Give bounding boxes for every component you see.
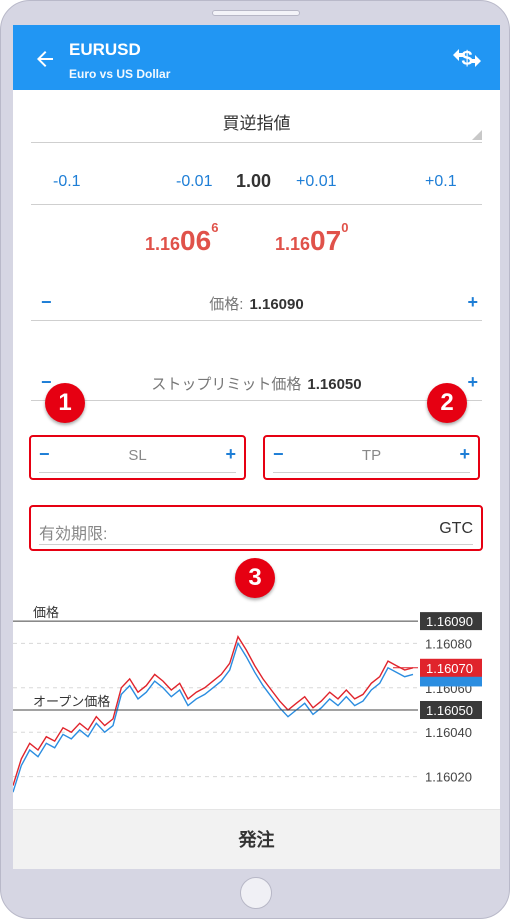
expiration-field[interactable]: 有効期限: GTC xyxy=(29,505,483,551)
open-price-level-label: オープン価格 xyxy=(33,694,110,709)
bid-tag: 1.16070 xyxy=(426,661,473,676)
symbol-title: EURUSD xyxy=(69,40,141,59)
volume-value[interactable]: 1.00 xyxy=(236,171,271,192)
back-arrow-icon[interactable] xyxy=(33,47,57,71)
annotation-badge-1: 1 xyxy=(45,383,85,423)
volume-plus-0.01-button[interactable]: +0.01 xyxy=(296,173,336,191)
open-price-tag: 1.16050 xyxy=(426,703,473,718)
y-tick-label: 1.16020 xyxy=(425,770,472,785)
place-order-button[interactable]: 発注 xyxy=(13,809,500,869)
stop-limit-value: 1.16050 xyxy=(307,376,362,393)
price-plus-button[interactable]: + xyxy=(467,292,478,313)
expiration-value: GTC xyxy=(439,520,473,537)
y-tick-label: 1.16040 xyxy=(425,725,472,740)
speaker-grille xyxy=(212,10,300,16)
order-type-select[interactable]: 買逆指値 xyxy=(31,109,482,143)
order-type-value: 買逆指値 xyxy=(222,114,291,133)
ask-price: 1.16070 xyxy=(275,219,349,256)
annotation-badge-2: 2 xyxy=(427,383,467,423)
volume-row: -0.1 -0.01 1.00 +0.01 +0.1 xyxy=(31,165,482,205)
order-screen: EURUSD Euro vs US Dollar $ 買逆指値 -0.1 -0.… xyxy=(13,25,500,869)
tp-plus-button[interactable]: + xyxy=(459,444,470,465)
volume-minus-0.01-button[interactable]: -0.01 xyxy=(176,173,212,191)
sl-label: SL xyxy=(128,447,147,464)
price-value: 1.16090 xyxy=(249,296,304,313)
annotation-badge-3: 3 xyxy=(235,558,275,598)
phone-frame: EURUSD Euro vs US Dollar $ 買逆指値 -0.1 -0.… xyxy=(0,0,510,919)
dropdown-corner-icon xyxy=(472,130,482,140)
stop-limit-price-field[interactable]: − ストップリミット価格 1.16050 + xyxy=(31,365,482,401)
tp-label: TP xyxy=(361,447,382,464)
home-button[interactable] xyxy=(240,877,272,909)
y-tick-label: 1.16080 xyxy=(425,636,472,651)
price-label: 価格: xyxy=(209,296,244,313)
volume-plus-0.1-button[interactable]: +0.1 xyxy=(425,173,457,191)
stop-limit-plus-button[interactable]: + xyxy=(467,372,478,393)
price-field[interactable]: − 価格: 1.16090 + xyxy=(31,285,482,321)
volume-minus-0.1-button[interactable]: -0.1 xyxy=(53,173,81,191)
price-series-line xyxy=(13,641,414,793)
svg-text:$: $ xyxy=(461,48,472,70)
app-bar: EURUSD Euro vs US Dollar $ xyxy=(13,25,500,90)
sl-plus-button[interactable]: + xyxy=(225,444,236,465)
price-chart-svg: 1.160801.160601.160401.16020価格オープン価格1.16… xyxy=(13,605,482,793)
price-level-label: 価格 xyxy=(33,605,59,620)
stop-limit-label: ストップリミット価格 xyxy=(151,376,302,393)
price-chart: 1.16080 1.16060 1.16040 1.16020 価格 オープン価格 1.16… xyxy=(13,605,500,810)
price-tag: 1.16090 xyxy=(426,614,473,629)
expiration-label: 有効期限: xyxy=(39,526,108,543)
symbol-subtitle: Euro vs US Dollar xyxy=(69,67,171,81)
bid-price: 1.16066 xyxy=(145,219,219,256)
dollar-exchange-icon[interactable]: $ xyxy=(450,43,484,73)
sl-field[interactable]: − SL + xyxy=(29,435,246,480)
tp-field[interactable]: − TP + xyxy=(263,435,480,480)
price-series-line xyxy=(13,635,414,786)
